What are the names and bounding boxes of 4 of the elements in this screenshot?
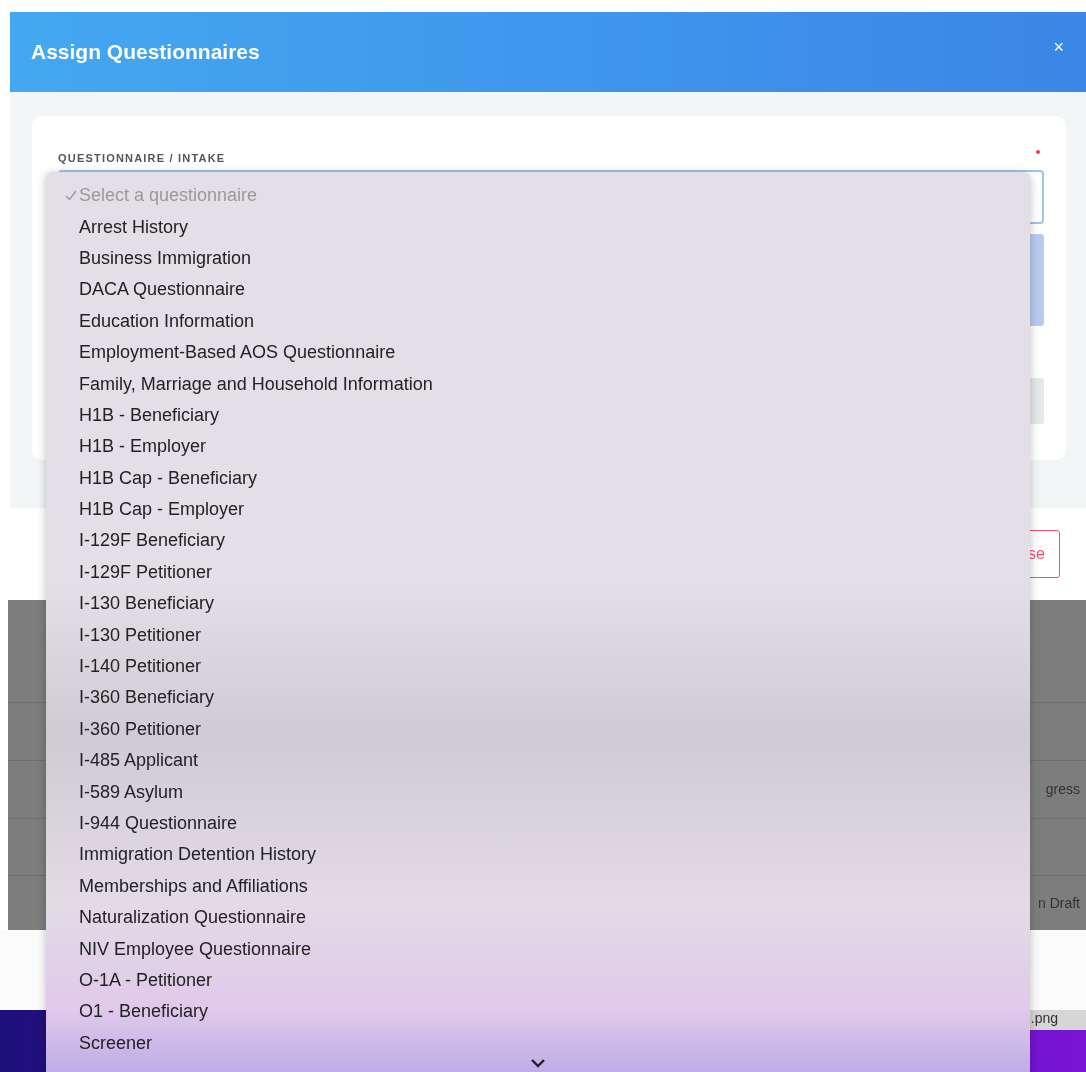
- table-cell: gress: [1045, 781, 1080, 798]
- table-cell: n Draft: [1038, 895, 1080, 912]
- dialog-title: Assign Questionnaires: [31, 40, 260, 64]
- field-label: QUESTIONNAIRE / INTAKE: [58, 152, 226, 164]
